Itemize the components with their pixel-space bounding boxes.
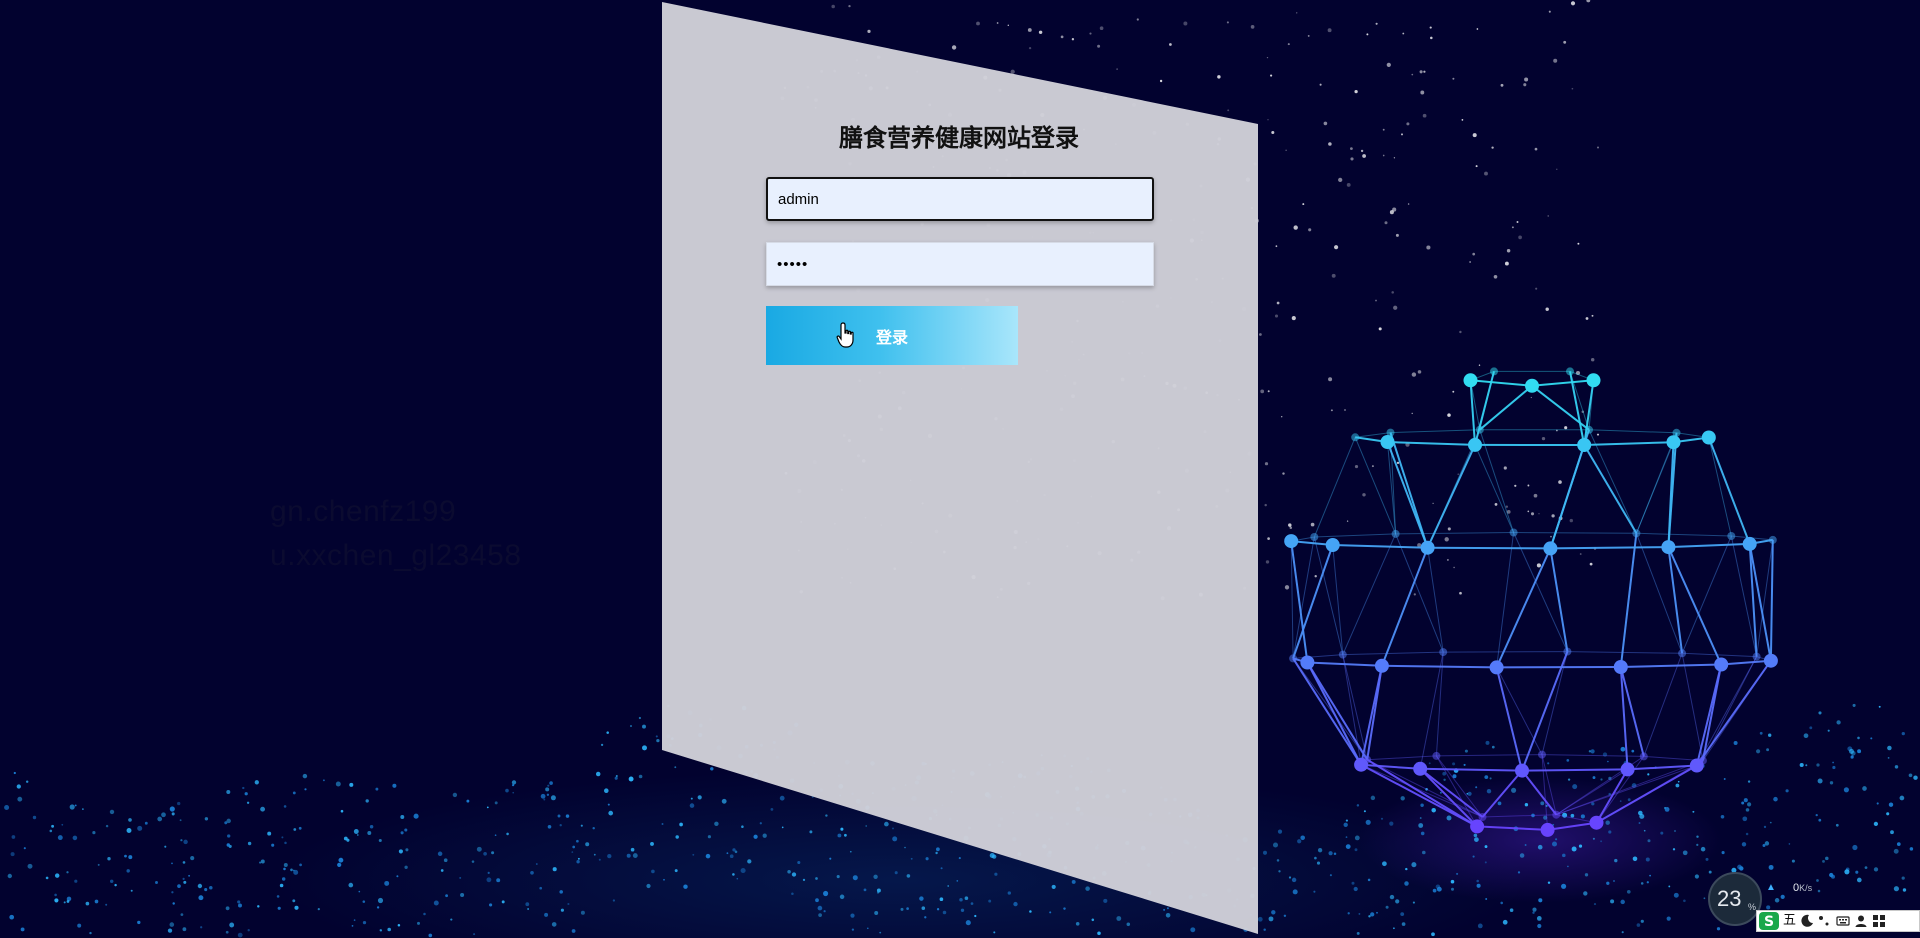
login-title: 膳食营养健康网站登录 bbox=[839, 124, 1079, 152]
network-percent-sign: % bbox=[1748, 902, 1757, 912]
grid-icon[interactable] bbox=[1872, 914, 1886, 928]
ime-mode[interactable]: 五 bbox=[1783, 912, 1796, 930]
username-input[interactable] bbox=[766, 177, 1154, 221]
network-speed-unit: K/s bbox=[1799, 883, 1813, 893]
user-icon[interactable] bbox=[1854, 914, 1868, 928]
punctuation-icon[interactable] bbox=[1818, 914, 1832, 928]
keyboard-icon[interactable] bbox=[1836, 914, 1850, 928]
hand-pointer-icon bbox=[836, 322, 854, 348]
login-button[interactable]: 登录 bbox=[766, 306, 1018, 365]
network-percent: 23 bbox=[1717, 886, 1742, 911]
password-input[interactable] bbox=[766, 242, 1154, 286]
svg-text:S: S bbox=[1764, 914, 1774, 930]
network-speed: 0K/s bbox=[1793, 882, 1812, 894]
sogou-s-icon[interactable]: S bbox=[1759, 912, 1779, 930]
moon-icon[interactable] bbox=[1800, 914, 1814, 928]
ime-toolbar: S 五 bbox=[1756, 910, 1920, 932]
upload-arrow-icon: ▲ bbox=[1766, 882, 1776, 893]
